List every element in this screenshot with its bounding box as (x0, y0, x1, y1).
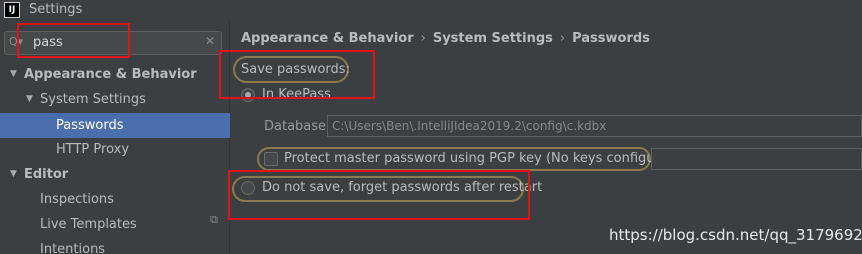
database-label: Database: (264, 119, 331, 134)
tree-item-appearance-behavior[interactable]: Appearance & Behavior (24, 62, 197, 87)
tree-item-editor[interactable]: Editor (24, 162, 68, 187)
breadcrumb-separator: › (420, 31, 426, 46)
chevron-down-icon[interactable]: ▼ (10, 62, 17, 87)
tree-item-intentions[interactable]: Intentions (40, 237, 105, 254)
breadcrumb: Appearance & Behavior › System Settings › Pa… (241, 31, 650, 46)
tree-item-http-proxy[interactable]: HTTP Proxy (56, 137, 129, 162)
close-icon[interactable]: ✕ (205, 34, 215, 48)
tree-item-inspections[interactable]: Inspections (40, 187, 114, 212)
annotation-box (228, 170, 530, 220)
watermark: https://blog.csdn.net/qq_31796925 (609, 226, 862, 244)
annotation-box (17, 23, 130, 58)
title-bar: IJ Settings (0, 0, 862, 21)
breadcrumb-item: System Settings (432, 31, 553, 46)
breadcrumb-item: Appearance & Behavior (241, 31, 414, 46)
chevron-down-icon[interactable]: ▼ (10, 162, 17, 187)
protect-pgp-checkbox[interactable] (264, 152, 278, 166)
copy-icon: ⧉ (210, 213, 218, 226)
database-path-field[interactable]: C:\Users\Ben\.IntelliJIdea2019.2\config\… (327, 115, 862, 137)
protect-pgp-label[interactable]: Protect master password using PGP key (N… (284, 151, 681, 166)
breadcrumb-item: Passwords (572, 31, 650, 46)
tree-item-system-settings[interactable]: System Settings (40, 87, 146, 112)
tree-item-passwords[interactable]: Passwords (56, 113, 124, 138)
pgp-key-dropdown[interactable] (651, 148, 862, 170)
window-title: Settings (29, 2, 83, 17)
breadcrumb-separator: › (559, 31, 566, 46)
chevron-down-icon[interactable]: ▼ (26, 87, 33, 112)
annotation-box (219, 50, 375, 99)
tree-item-live-templates[interactable]: Live Templates (40, 212, 137, 237)
intellij-logo-icon: IJ (4, 2, 20, 18)
